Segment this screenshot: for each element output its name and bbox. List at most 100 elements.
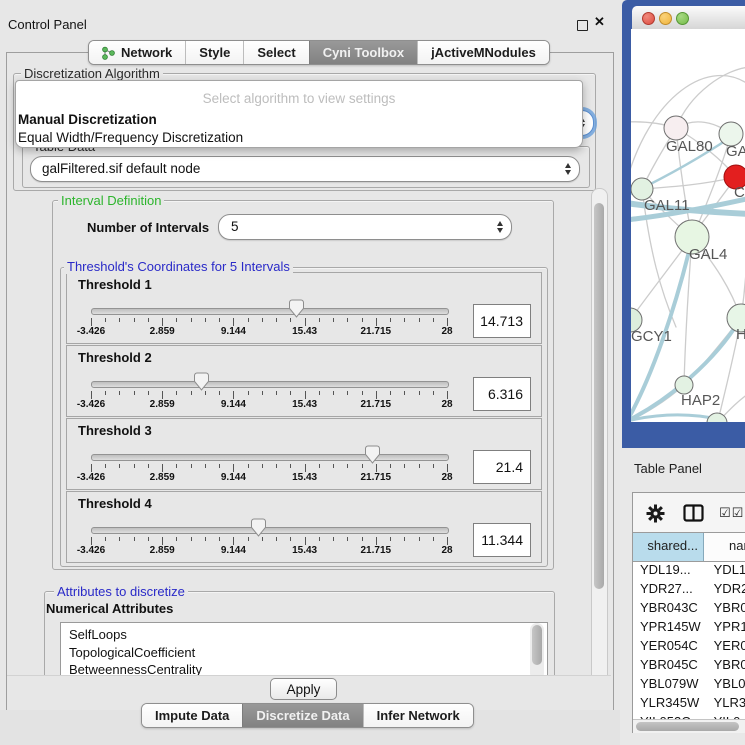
- table-row[interactable]: YBR043CYBR0: [633, 598, 745, 617]
- cell-shared-name[interactable]: YPR145W: [633, 617, 708, 636]
- table-row[interactable]: YDR27...YDR2: [633, 579, 745, 598]
- cell-shared-name[interactable]: YBL079W: [633, 674, 708, 693]
- slider-thumb[interactable]: [193, 372, 210, 391]
- slider-thumb[interactable]: [288, 299, 305, 318]
- minor-tick: [105, 464, 106, 468]
- select-columns-checkboxes-icon[interactable]: ☑☑: [719, 506, 744, 521]
- minor-tick: [290, 464, 291, 468]
- tab-jactivemnodules[interactable]: jActiveMNodules: [417, 41, 549, 64]
- tick-label: 9.144: [203, 326, 263, 337]
- major-tick: [162, 464, 163, 472]
- zoom-traffic-light-icon[interactable]: [676, 12, 689, 25]
- minor-tick: [205, 318, 206, 322]
- slider-track[interactable]: [91, 381, 449, 388]
- minor-tick: [433, 318, 434, 322]
- slider-thumb[interactable]: [250, 518, 267, 537]
- cell-name[interactable]: YBL0: [708, 674, 745, 693]
- minor-tick: [404, 464, 405, 468]
- tab-cyni-toolbox[interactable]: Cyni Toolbox: [309, 41, 417, 64]
- cell-name[interactable]: YDL1: [708, 560, 745, 579]
- tab-select[interactable]: Select: [243, 41, 308, 64]
- table-row[interactable]: YER054CYER0: [633, 636, 745, 655]
- attributes-list-scrollbar-thumb[interactable]: [532, 625, 542, 665]
- cell-name[interactable]: YPR1: [708, 617, 745, 636]
- threshold-value-field[interactable]: 11.344: [473, 523, 531, 557]
- minor-tick: [262, 391, 263, 395]
- minor-tick: [148, 537, 149, 541]
- cell-name[interactable]: YIL0: [708, 712, 745, 719]
- cell-name[interactable]: YER0: [708, 636, 745, 655]
- table-horizontal-scrollbar[interactable]: [633, 719, 745, 733]
- tab-network[interactable]: Network: [89, 41, 185, 64]
- minor-tick: [390, 537, 391, 541]
- threshold-value-field[interactable]: 21.4: [473, 450, 531, 484]
- slider-track[interactable]: [91, 308, 449, 315]
- minor-tick: [319, 464, 320, 468]
- threshold-panel-1: Threshold 1-3.4262.8599.14415.4321.71528…: [66, 272, 542, 344]
- cell-shared-name[interactable]: YDL19...: [633, 560, 708, 579]
- slider-track[interactable]: [91, 527, 449, 534]
- cell-shared-name[interactable]: YBR045C: [633, 655, 708, 674]
- cell-shared-name[interactable]: YIL052C: [633, 712, 708, 719]
- apply-button[interactable]: Apply: [270, 678, 337, 700]
- table-row[interactable]: YIL052CYIL0: [633, 712, 745, 719]
- float-window-icon[interactable]: [577, 20, 588, 31]
- cell-name[interactable]: YDR2: [708, 579, 745, 598]
- threshold-value-field[interactable]: 14.713: [473, 304, 531, 338]
- control-panel-scrollbar-thumb[interactable]: [594, 203, 604, 589]
- number-of-intervals-combobox[interactable]: 5: [218, 214, 512, 240]
- minor-tick: [176, 318, 177, 322]
- close-icon[interactable]: ✕: [594, 14, 605, 30]
- table-row[interactable]: YPR145WYPR1: [633, 617, 745, 636]
- control-panel-scrollbar[interactable]: [591, 188, 608, 702]
- table-row[interactable]: YBR045CYBR0: [633, 655, 745, 674]
- algorithm-option-equal-width-frequency-discretization[interactable]: Equal Width/Frequency Discretization: [18, 130, 243, 145]
- tab-label: Cyni Toolbox: [323, 45, 404, 60]
- column-header-name[interactable]: name: [704, 533, 745, 561]
- table-row[interactable]: YBL079WYBL0: [633, 674, 745, 693]
- network-node-node-bottom[interactable]: [707, 413, 727, 422]
- cell-shared-name[interactable]: YDR27...: [633, 579, 708, 598]
- column-header-shared-name[interactable]: shared...: [633, 533, 704, 561]
- minor-tick: [219, 318, 220, 322]
- bottom-tab-discretize-data[interactable]: Discretize Data: [242, 704, 362, 727]
- major-tick: [233, 318, 234, 326]
- network-node-label: GAL11: [644, 197, 690, 214]
- split-columns-icon[interactable]: [683, 504, 704, 522]
- minor-tick: [433, 464, 434, 468]
- table-row[interactable]: YLR345WYLR3: [633, 693, 745, 712]
- slider-thumb[interactable]: [364, 445, 381, 464]
- minor-tick: [262, 537, 263, 541]
- table-data-combobox[interactable]: galFiltered.sif default node: [30, 156, 580, 182]
- network-window-titlebar[interactable]: [632, 6, 745, 30]
- tick-label: 9.144: [203, 545, 263, 556]
- table-toolbar: ☑☑: [633, 493, 745, 532]
- cell-name[interactable]: YBR0: [708, 655, 745, 674]
- minor-tick: [105, 318, 106, 322]
- minor-tick: [362, 464, 363, 468]
- minor-tick: [433, 537, 434, 541]
- algorithm-option-manual-discretization[interactable]: Manual Discretization: [18, 112, 157, 127]
- tab-style[interactable]: Style: [185, 41, 243, 64]
- window-title: Control Panel: [8, 17, 87, 32]
- table-horizontal-scrollbar-thumb[interactable]: [636, 722, 739, 731]
- cell-shared-name[interactable]: YLR345W: [633, 693, 708, 712]
- threshold-value-field[interactable]: 6.316: [473, 377, 531, 411]
- attributes-list-scrollbar[interactable]: [530, 623, 544, 680]
- close-traffic-light-icon[interactable]: [642, 12, 655, 25]
- network-canvas[interactable]: GAL80GACGAL11GAL4GCY1HHAP2: [631, 29, 745, 422]
- attribute-item-topologicalcoefficient[interactable]: TopologicalCoefficient: [61, 644, 547, 662]
- cell-name[interactable]: YBR0: [708, 598, 745, 617]
- cell-name[interactable]: YLR3: [708, 693, 745, 712]
- bottom-tab-infer-network[interactable]: Infer Network: [363, 704, 473, 727]
- table-row[interactable]: YDL19...YDL1: [633, 560, 745, 579]
- network-node-gal80[interactable]: [664, 116, 688, 140]
- minimize-traffic-light-icon[interactable]: [659, 12, 672, 25]
- gear-icon[interactable]: [646, 504, 665, 523]
- cell-shared-name[interactable]: YER054C: [633, 636, 708, 655]
- cell-shared-name[interactable]: YBR043C: [633, 598, 708, 617]
- slider-track[interactable]: [91, 454, 449, 461]
- top-tab-bar: NetworkStyleSelect Cyni Toolbox jActiveMNo…: [88, 40, 550, 65]
- bottom-tab-impute-data[interactable]: Impute Data: [142, 704, 242, 727]
- attribute-item-selfloops[interactable]: SelfLoops: [61, 626, 547, 644]
